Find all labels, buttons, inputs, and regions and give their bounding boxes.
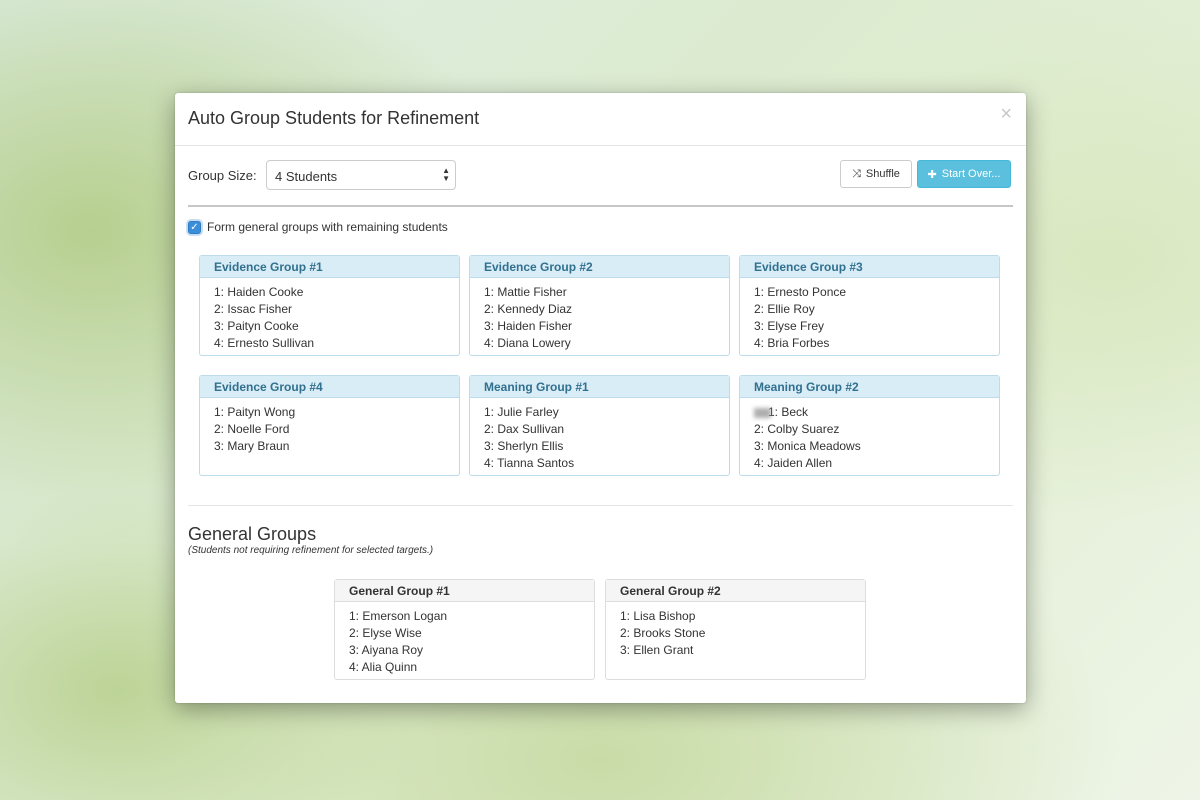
group-member: 4: Diana Lowery [484,336,571,350]
group-member-text: 1: Beck [768,405,809,419]
group-card-general-1: General Group #1 1: Emerson Logan 2: Ely… [334,579,595,680]
group-card-meaning-1: Meaning Group #1 1: Julie Farley 2: Dax … [469,375,730,476]
group-title: Meaning Group #1 [470,376,729,398]
group-size-select[interactable]: 4 Students ▲ ▼ [266,160,456,190]
section-divider [188,505,1013,506]
start-over-button[interactable]: ✚ Start Over... [917,160,1011,188]
group-member: 2: Brooks Stone [620,626,706,640]
group-card-meaning-2: Meaning Group #2 1: Beck 2: Colby Suarez… [739,375,1000,476]
start-over-label: Start Over... [941,168,1001,180]
group-card-evidence-1: Evidence Group #1 1: Haiden Cooke 2: Iss… [199,255,460,356]
shuffle-label: Shuffle [865,168,900,180]
group-member: 4: Bria Forbes [754,336,830,350]
general-groups-checkbox-label: Form general groups with remaining stude… [207,220,448,234]
group-controls: Group Size: 4 Students ▲ ▼ ⤨ Shuffle ✚ St… [188,160,1013,192]
group-size-value: 4 Students [275,169,338,184]
group-member: 3: Ellen Grant [620,643,694,657]
modal-title: Auto Group Students for Refinement [188,108,480,128]
group-member: 3: Haiden Fisher [484,319,573,333]
group-member: 3: Elyse Frey [754,319,825,333]
group-card-evidence-3: Evidence Group #3 1: Ernesto Ponce 2: El… [739,255,1000,356]
group-member: 2: Issac Fisher [214,302,293,316]
group-member: 2: Ellie Roy [754,302,815,316]
group-member: 1: Paityn Wong [214,405,296,419]
redacted-name [754,407,771,418]
group-title: Evidence Group #2 [470,256,729,278]
group-title: Evidence Group #1 [200,256,459,278]
group-member: 3: Sherlyn Ellis [484,439,564,453]
group-member: 2: Kennedy Diaz [484,302,573,316]
group-card-evidence-2: Evidence Group #2 1: Mattie Fisher 2: Ke… [469,255,730,356]
general-groups-checkbox[interactable]: ✓ [188,220,201,234]
plus-icon: ✚ [927,168,937,181]
group-title: Meaning Group #2 [740,376,999,398]
group-member: 4: Ernesto Sullivan [214,336,315,350]
select-arrows-icon: ▲ ▼ [442,166,450,183]
group-member: 3: Paityn Cooke [214,319,299,333]
group-member: 1: Mattie Fisher [484,285,567,299]
group-member: 3: Monica Meadows [754,439,861,453]
group-member: 1: Beck [754,404,999,421]
general-groups-option[interactable]: ✓ Form general groups with remaining stu… [188,219,448,235]
group-title: General Group #2 [606,580,865,602]
group-member: 4: Jaiden Allen [754,456,833,470]
group-member: 1: Julie Farley [484,405,559,419]
group-title: Evidence Group #4 [200,376,459,398]
group-member: 2: Dax Sullivan [484,422,565,436]
group-member: 1: Ernesto Ponce [754,285,847,299]
group-member: 3: Aiyana Roy [349,643,424,657]
group-title: Evidence Group #3 [740,256,999,278]
close-icon[interactable]: × [1000,104,1012,124]
shuffle-icon: ⤨ [852,167,861,180]
group-member: 1: Lisa Bishop [620,609,696,623]
group-card-evidence-4: Evidence Group #4 1: Paityn Wong 2: Noel… [199,375,460,476]
group-member: 4: Alia Quinn [349,660,418,674]
group-member: 4: Tianna Santos [484,456,575,470]
group-member: 1: Haiden Cooke [214,285,304,299]
shuffle-button[interactable]: ⤨ Shuffle [840,160,912,188]
auto-group-modal: Auto Group Students for Refinement × Gro… [175,93,1026,703]
general-groups-subtitle: (Students not requiring refinement for s… [188,545,434,556]
divider [188,205,1013,207]
group-member: 2: Elyse Wise [349,626,422,640]
general-groups-title: General Groups [188,524,317,544]
modal-header: Auto Group Students for Refinement × [175,93,1026,146]
group-member: 3: Mary Braun [214,439,290,453]
group-member: 2: Noelle Ford [214,422,290,436]
group-member: 2: Colby Suarez [754,422,840,436]
group-title: General Group #1 [335,580,594,602]
group-card-general-2: General Group #2 1: Lisa Bishop 2: Brook… [605,579,866,680]
group-member: 1: Emerson Logan [349,609,448,623]
group-size-label: Group Size: [188,168,257,183]
